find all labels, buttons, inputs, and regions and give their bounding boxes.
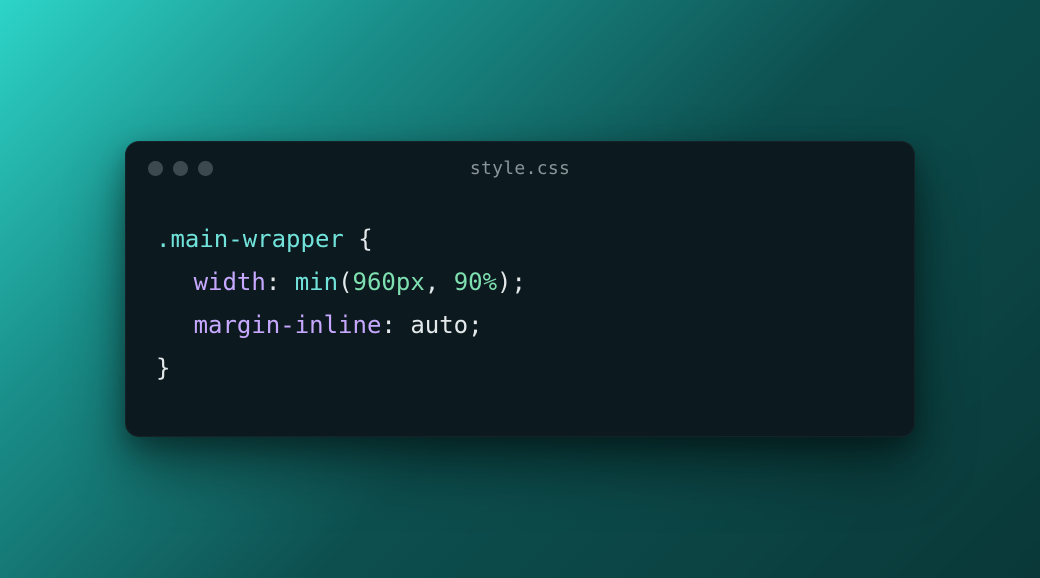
code-editor[interactable]: .main-wrapper { width: min(960px, 90%); … bbox=[126, 196, 914, 437]
code-line: width: min(960px, 90%); bbox=[156, 261, 884, 304]
close-icon[interactable] bbox=[148, 161, 163, 176]
editor-window: style.css .main-wrapper { width: min(960… bbox=[125, 141, 915, 438]
traffic-lights bbox=[148, 161, 213, 176]
brace-open: { bbox=[358, 225, 372, 253]
code-line: margin-inline: auto; bbox=[156, 304, 884, 347]
css-selector: .main-wrapper bbox=[156, 225, 344, 253]
paren-open: ( bbox=[338, 268, 352, 296]
minimize-icon[interactable] bbox=[173, 161, 188, 176]
colon: : bbox=[381, 311, 410, 339]
paren-close: ) bbox=[497, 268, 511, 296]
window-title: style.css bbox=[470, 158, 570, 179]
code-line: .main-wrapper { bbox=[156, 218, 884, 261]
css-number: 960px bbox=[353, 268, 425, 296]
colon: : bbox=[266, 268, 295, 296]
maximize-icon[interactable] bbox=[198, 161, 213, 176]
semicolon: ; bbox=[468, 311, 482, 339]
comma: , bbox=[425, 268, 454, 296]
css-function: min bbox=[295, 268, 338, 296]
whitespace bbox=[344, 225, 358, 253]
brace-close: } bbox=[156, 354, 170, 382]
css-number: 90% bbox=[454, 268, 497, 296]
code-line: } bbox=[156, 347, 884, 390]
css-value: auto bbox=[410, 311, 468, 339]
semicolon: ; bbox=[512, 268, 526, 296]
window-titlebar: style.css bbox=[126, 142, 914, 196]
css-property: margin-inline bbox=[194, 311, 382, 339]
css-property: width bbox=[194, 268, 266, 296]
